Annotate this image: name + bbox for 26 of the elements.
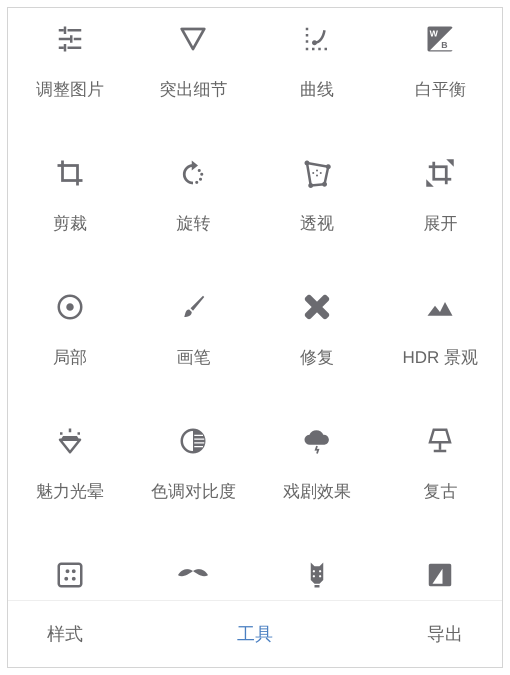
tool-label[interactable]: 修复: [300, 345, 334, 370]
tab[interactable]: 工具: [220, 620, 290, 648]
tool-label[interactable]: 局部: [52, 345, 87, 370]
tool-label[interactable]: 画笔: [176, 345, 210, 370]
dots-frame-icon: [54, 560, 85, 590]
tool-label[interactable]: 色调对比度: [150, 479, 236, 504]
tool-label[interactable]: HDR 景观: [402, 345, 478, 370]
tab[interactable]: 导出: [410, 620, 480, 648]
tool-label[interactable]: 突出细节: [159, 77, 228, 102]
wb-split-icon: W B: [425, 24, 456, 54]
tab[interactable]: 样式: [30, 620, 100, 648]
tool-label[interactable]: 旋转: [176, 211, 210, 236]
tool-label[interactable]: 调整图片: [36, 77, 104, 102]
contrast-icon: [178, 426, 208, 456]
tool-label[interactable]: 剪裁: [52, 211, 87, 236]
crop-icon: [54, 158, 85, 188]
tool-label[interactable]: 戏剧效果: [282, 479, 351, 504]
tool-label[interactable]: 曲线: [300, 77, 334, 102]
perspective-icon: [302, 158, 332, 188]
tool-label[interactable]: 展开: [423, 211, 458, 236]
expand-icon: [425, 158, 456, 188]
tool-label[interactable]: 魅力光晕: [36, 479, 104, 504]
target-icon: [54, 292, 85, 322]
tool-label[interactable]: 复古: [423, 479, 458, 504]
tool-label[interactable]: 透视: [300, 211, 334, 236]
tool-label[interactable]: 白平衡: [414, 77, 466, 102]
